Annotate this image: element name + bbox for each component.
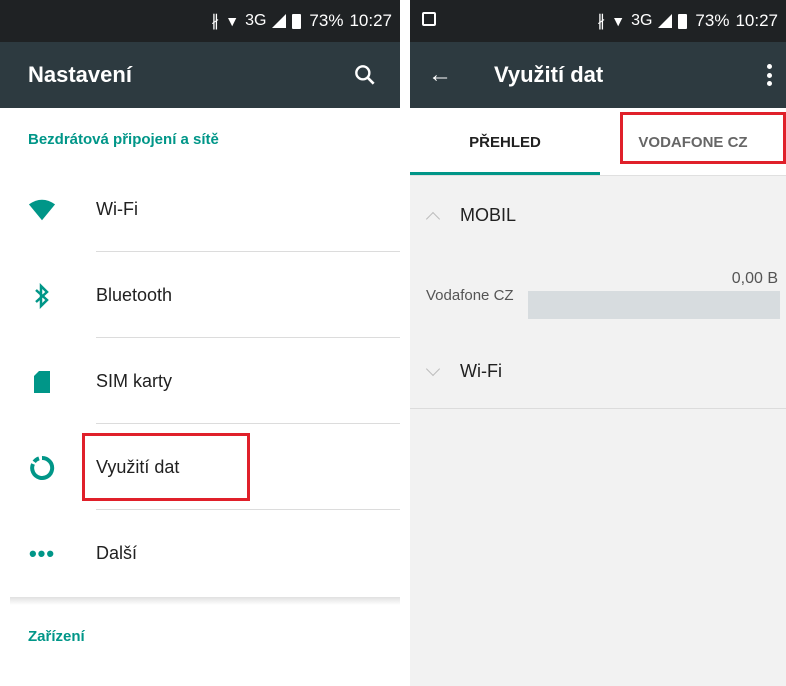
chevron-down-icon	[425, 361, 441, 377]
battery-icon	[292, 13, 302, 29]
page-title: Využití dat	[494, 62, 604, 87]
divider	[410, 408, 786, 409]
back-arrow-icon[interactable]: ←	[428, 63, 452, 87]
wifi-icon	[28, 196, 56, 224]
image-notification-icon	[422, 12, 436, 26]
sim-card-icon	[28, 368, 56, 396]
wifi-status-icon: ▼	[611, 13, 626, 29]
highlight-box-vodafone-tab	[620, 112, 786, 164]
bluetooth-status-icon: ∦	[597, 13, 606, 30]
app-toolbar: ← Využití dat	[410, 42, 786, 108]
settings-screen: ∦ ▼ 3G 73% 10:27 Nastavení Bezdrátová př…	[0, 0, 400, 686]
wifi-section-header[interactable]: Wi-Fi	[410, 352, 786, 396]
app-toolbar: Nastavení	[0, 42, 400, 108]
wifi-section-label: Wi-Fi	[460, 361, 502, 381]
chevron-up-icon	[425, 211, 441, 227]
mobile-section-header[interactable]: MOBIL	[410, 196, 786, 240]
bluetooth-icon	[28, 282, 56, 310]
settings-item-label: SIM karty	[96, 371, 173, 391]
data-usage-icon	[28, 454, 56, 482]
settings-item-label: Bluetooth	[96, 285, 173, 305]
network-type: 3G	[631, 12, 653, 29]
battery-icon	[678, 13, 688, 29]
mobile-section-label: MOBIL	[460, 205, 517, 225]
page-title: Nastavení	[28, 62, 132, 87]
clock: 10:27	[349, 11, 392, 30]
usage-row-label: Vodafone CZ	[426, 287, 514, 304]
signal-icon	[658, 14, 673, 28]
highlight-box-data-usage	[82, 433, 250, 501]
section-header-device: Zařízení	[28, 628, 85, 645]
tab-indicator	[410, 172, 600, 175]
settings-item-label: Wi-Fi	[96, 199, 138, 219]
status-bar: ∦ ▼ 3G 73% 10:27	[410, 0, 786, 42]
settings-item-label: Další	[96, 543, 138, 563]
section-divider	[10, 597, 400, 605]
wifi-status-icon: ▼	[225, 13, 240, 29]
bluetooth-status-icon: ∦	[211, 13, 220, 30]
more-horiz-icon: •••	[28, 541, 56, 566]
settings-item-bluetooth[interactable]: Bluetooth	[0, 252, 400, 338]
clock: 10:27	[735, 11, 778, 30]
network-type: 3G	[245, 12, 267, 29]
signal-icon	[272, 14, 287, 28]
settings-item-wifi[interactable]: Wi-Fi	[0, 166, 400, 252]
section-header-wireless: Bezdrátová připojení a sítě	[28, 131, 219, 148]
battery-level: 73%	[309, 11, 344, 30]
battery-level: 73%	[695, 11, 730, 30]
screen-separator	[400, 0, 410, 686]
status-bar: ∦ ▼ 3G 73% 10:27	[0, 0, 400, 42]
usage-bar	[528, 291, 780, 319]
tab-overview[interactable]: PŘEHLED	[410, 108, 600, 176]
overflow-menu-icon[interactable]	[766, 64, 772, 86]
settings-item-more[interactable]: ••• Další	[0, 510, 400, 596]
settings-item-sim[interactable]: SIM karty	[0, 338, 400, 424]
data-usage-screen: ∦ ▼ 3G 73% 10:27 ← Využití dat PŘEHLED V…	[410, 0, 786, 686]
usage-row-value: 0,00 B	[731, 270, 778, 287]
search-icon[interactable]	[352, 62, 378, 88]
